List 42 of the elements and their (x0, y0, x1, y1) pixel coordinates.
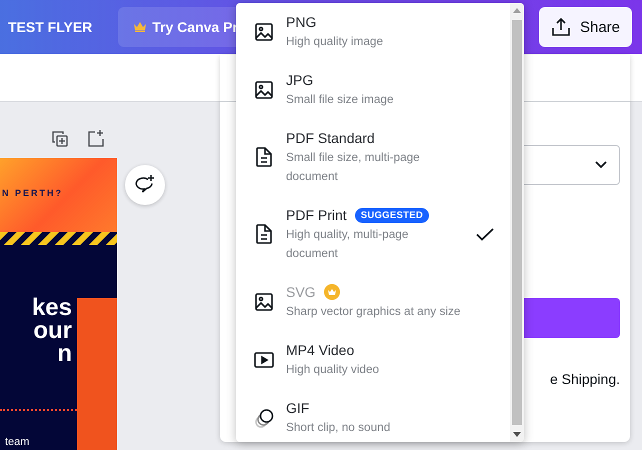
image-icon (255, 22, 273, 40)
format-label: MP4 Video (286, 341, 354, 360)
format-option[interactable]: JPG Small file size image (236, 61, 510, 119)
share-button[interactable]: Share (538, 7, 632, 47)
design-title[interactable]: TEST FLYER (8, 19, 92, 35)
crown-icon (134, 22, 146, 32)
scrollbar[interactable] (510, 3, 524, 442)
format-label: GIF (286, 399, 310, 418)
format-description: Sharp vector graphics at any size (286, 303, 462, 320)
format-label: SVG (286, 283, 316, 302)
flyer-tagline: N PERTH? (2, 188, 63, 198)
document-icon (256, 147, 272, 167)
flyer-footer-text: team (5, 436, 30, 448)
format-label: PNG (286, 13, 316, 32)
flyer-preview[interactable]: N PERTH? kes our n team (0, 158, 117, 450)
format-description: High quality image (286, 33, 384, 50)
format-option[interactable]: PDF Standard Small file size, multi-page document (236, 119, 510, 196)
format-label: PDF Standard (286, 129, 375, 148)
duplicate-page-icon[interactable] (52, 131, 68, 147)
upload-icon (550, 17, 571, 37)
format-option[interactable]: PDF Print SUGGESTED High quality, multi-page document (236, 196, 510, 273)
format-description: High quality, multi-page document (286, 226, 410, 262)
format-option[interactable]: GIF Short clip, no sound (236, 389, 510, 442)
video-icon (254, 352, 274, 368)
image-icon (255, 292, 273, 310)
format-description: High quality video (286, 361, 380, 378)
add-page-icon[interactable] (88, 129, 104, 147)
format-label: PDF Print (286, 206, 347, 225)
shipping-note: e Shipping. (550, 371, 620, 387)
stacked-circles-icon (254, 408, 274, 428)
format-description: Short clip, no sound (286, 419, 392, 436)
chevron-down-icon (595, 161, 607, 169)
document-icon (256, 224, 272, 244)
format-option[interactable]: MP4 Video High quality video (236, 331, 510, 389)
suggested-badge: SUGGESTED (354, 208, 430, 222)
format-description: Small file size, multi-page document (286, 149, 421, 185)
image-icon (255, 80, 273, 98)
format-label: JPG (286, 71, 314, 90)
scrollbar-thumb[interactable] (512, 20, 522, 425)
scroll-down-icon[interactable] (513, 432, 521, 437)
flyer-headline: kes our n (30, 296, 72, 365)
format-description: Small file size image (286, 91, 395, 108)
